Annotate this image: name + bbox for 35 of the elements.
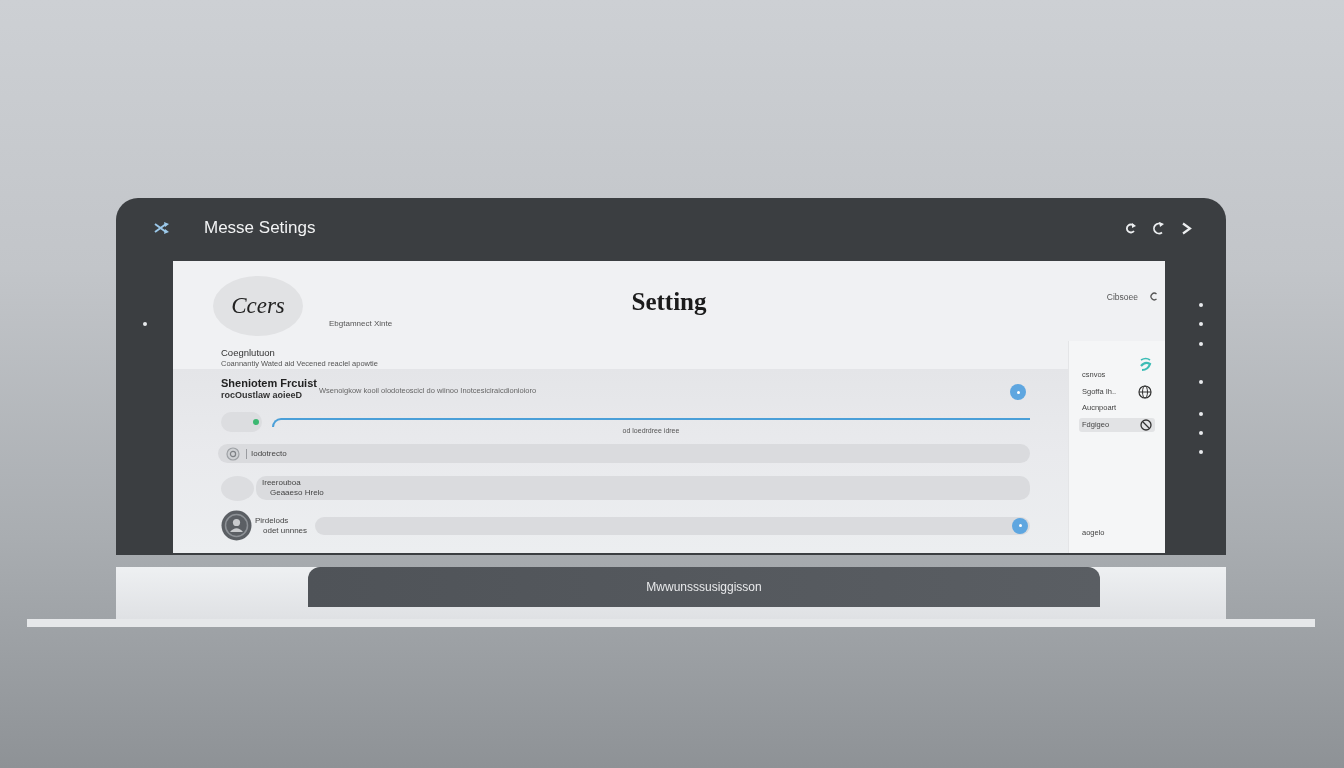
dot-icon bbox=[1199, 450, 1203, 454]
swirl-icon bbox=[1139, 357, 1152, 372]
dot-icon bbox=[1199, 322, 1203, 326]
section-title: Coegnlutuon bbox=[220, 346, 276, 359]
item-title: Ireerouboa bbox=[262, 478, 302, 488]
item-subtitle: Geaaeso Hrelo bbox=[269, 488, 325, 498]
footer-label: Mwwunsssusiggisson bbox=[646, 579, 762, 596]
prohibited-icon bbox=[1140, 419, 1152, 431]
dot-icon bbox=[1199, 380, 1203, 384]
item-title: Pirdelods bbox=[255, 515, 290, 526]
curved-arrow-icon[interactable] bbox=[1125, 222, 1137, 234]
header-action[interactable]: Cibsoee bbox=[1106, 292, 1138, 302]
dot-icon bbox=[1199, 412, 1203, 416]
dot-icon bbox=[1199, 303, 1203, 307]
refresh-icon[interactable] bbox=[1153, 221, 1165, 235]
setting-title: Sheniotem Frcuist bbox=[221, 377, 317, 390]
dot-icon bbox=[1199, 342, 1203, 346]
item-label: Iodotrecto bbox=[246, 448, 287, 459]
globe-icon bbox=[1138, 385, 1152, 399]
avatar-icon bbox=[221, 510, 252, 541]
profile-subtitle: Ebgtamnect Xinte bbox=[329, 319, 393, 329]
page-heading: Setting bbox=[631, 288, 707, 316]
logo-text: Ccers bbox=[213, 276, 303, 336]
dot-icon bbox=[1199, 431, 1203, 435]
toggle-dot[interactable] bbox=[1012, 517, 1028, 534]
toggle-dot[interactable] bbox=[1010, 384, 1026, 400]
input-field[interactable] bbox=[272, 418, 1030, 427]
setting-subtitle: rocOustlaw aoieeD bbox=[221, 390, 304, 401]
dot-icon bbox=[142, 322, 147, 326]
shuffle-icon[interactable] bbox=[154, 222, 170, 234]
refresh-icon[interactable] bbox=[1150, 292, 1158, 301]
item-subtitle: odet unnnes bbox=[262, 525, 308, 536]
toggle-switch[interactable] bbox=[221, 412, 262, 432]
window-title: Messe Setings bbox=[204, 218, 316, 238]
chevron-right-icon[interactable] bbox=[1181, 221, 1192, 235]
